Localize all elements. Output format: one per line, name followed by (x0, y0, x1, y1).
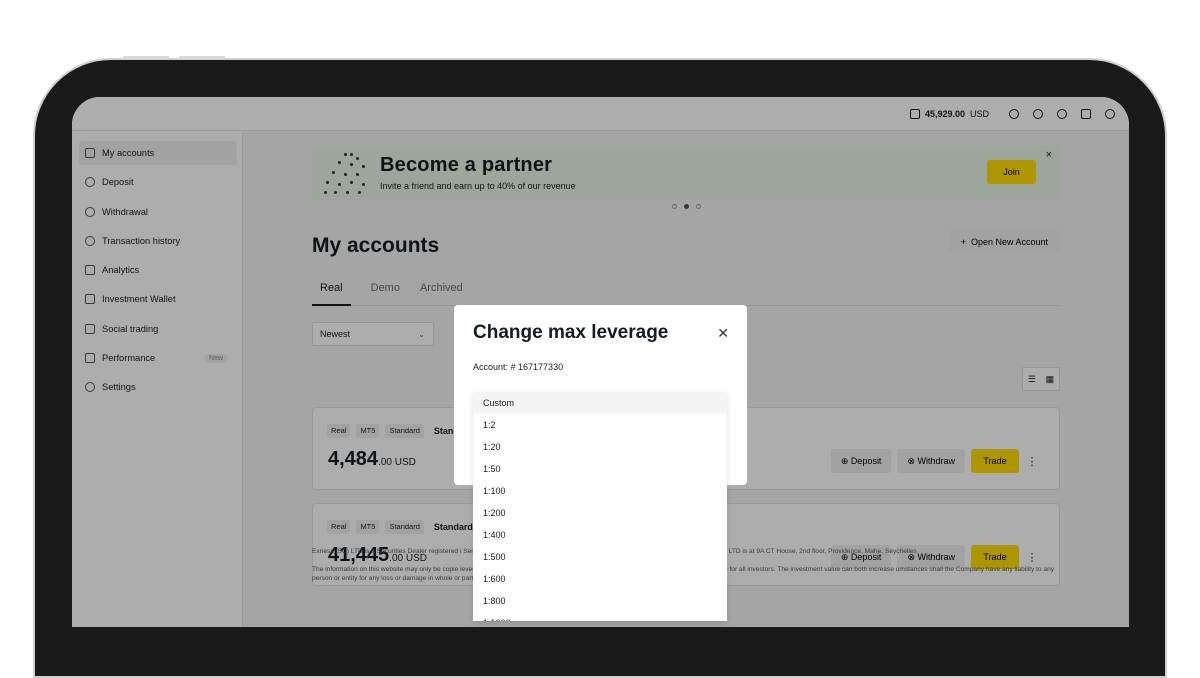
modal-account-number: Account: # 167177330 (473, 362, 564, 372)
volume-button (123, 56, 169, 59)
leverage-option[interactable]: 1:20 (473, 436, 727, 458)
leverage-option[interactable]: 1:600 (473, 568, 727, 590)
close-icon[interactable]: ✕ (717, 325, 729, 342)
leverage-dropdown: Custom 1:2 1:20 1:50 1:100 1:200 1:400 1… (473, 392, 727, 621)
leverage-option[interactable]: 1:500 (473, 546, 727, 568)
volume-button (179, 56, 225, 59)
leverage-option[interactable]: 1:200 (473, 502, 727, 524)
leverage-option[interactable]: 1:50 (473, 458, 727, 480)
leverage-option[interactable]: Custom (473, 392, 727, 414)
leverage-option[interactable]: 1:400 (473, 524, 727, 546)
modal-title: Change max leverage (473, 322, 669, 343)
leverage-option[interactable]: 1:1000 (473, 612, 727, 621)
leverage-option[interactable]: 1:100 (473, 480, 727, 502)
leverage-option[interactable]: 1:800 (473, 590, 727, 612)
leverage-option[interactable]: 1:2 (473, 414, 727, 436)
